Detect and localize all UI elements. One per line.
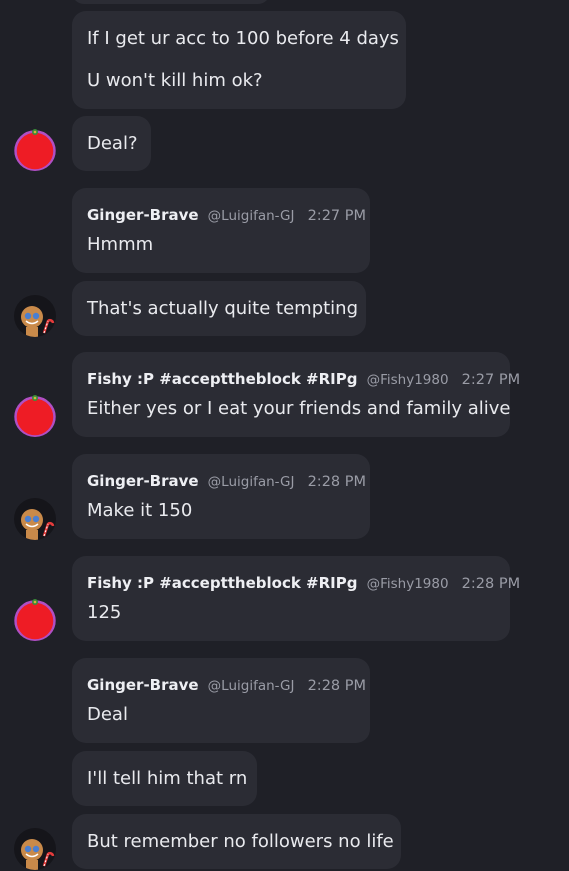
author-name[interactable]: Ginger-Brave [87,206,199,224]
author-handle[interactable]: @Luigifan-GJ [208,474,295,490]
message-text: I'll tell him that rn [87,768,248,789]
author-handle[interactable]: @Luigifan-GJ [208,678,295,694]
message-bubble[interactable]: That's actually quite tempting [72,281,366,336]
message-bubble[interactable]: If I get ur acc to 100 before 4 days U w… [72,11,406,109]
message-bubble[interactable]: Fishy :P #accepttheblock #RIPg @Fishy198… [72,352,520,437]
author-name[interactable]: Ginger-Brave [87,472,199,490]
message-text: Make it 150 [87,500,193,521]
message-text: Hmmm [87,234,154,255]
fishy-avatar[interactable] [14,599,56,641]
message-bubble[interactable]: Ginger-Brave @Luigifan-GJ 2:28 PM Make i… [72,454,370,539]
ornament-icon [14,129,56,171]
timestamp: 2:28 PM [461,576,521,592]
message-text: Deal [87,704,128,725]
message-bubble[interactable]: But remember no followers no life [72,814,401,869]
author-name[interactable]: Ginger-Brave [87,676,199,694]
message-header: Fishy :P #accepttheblock #RIPg @Fishy198… [87,573,520,593]
gingerbread-avatar[interactable] [14,828,56,870]
message-bubble[interactable]: Fishy :P #accepttheblock #RIPg @Fishy198… [72,556,520,641]
message-header: Fishy :P #accepttheblock #RIPg @Fishy198… [87,369,520,389]
timestamp: 2:27 PM [307,208,367,224]
message-text: That's actually quite tempting [87,298,359,319]
gingerbread-icon [21,306,55,337]
gingerbread-avatar[interactable] [14,498,56,540]
ornament-icon [14,395,56,437]
message-text: Deal? [87,133,138,154]
message-bubble[interactable]: Ginger-Brave @Luigifan-GJ 2:28 PM Deal [72,658,370,743]
author-handle[interactable]: @Fishy1980 [367,372,449,388]
author-name[interactable]: Fishy :P #accepttheblock #RIPg [87,574,358,592]
author-handle[interactable]: @Luigifan-GJ [208,208,295,224]
message-bubble[interactable]: I'll tell him that rn [72,751,257,806]
message-header: Ginger-Brave @Luigifan-GJ 2:28 PM [87,471,366,491]
timestamp: 2:27 PM [461,372,521,388]
message-bubble[interactable]: Deal? [72,116,151,171]
gingerbread-icon [21,509,55,540]
message-text: But remember no followers no life [87,831,394,852]
ornament-icon [14,599,56,641]
fishy-avatar[interactable] [14,395,56,437]
author-name[interactable]: Fishy :P #accepttheblock #RIPg [87,370,358,388]
message-header: Ginger-Brave @Luigifan-GJ 2:28 PM [87,675,366,695]
message-text: If I get ur acc to 100 before 4 days [87,28,399,49]
gingerbread-icon [21,839,55,870]
timestamp: 2:28 PM [307,678,367,694]
message-text: Either yes or I eat your friends and fam… [87,398,511,419]
author-handle[interactable]: @Fishy1980 [367,576,449,592]
fishy-avatar[interactable] [14,129,56,171]
message-text: 125 [87,602,122,623]
message-header: Ginger-Brave @Luigifan-GJ 2:27 PM [87,205,366,225]
gingerbread-avatar[interactable] [14,295,56,337]
message-bubble-clipped[interactable] [72,0,270,4]
message-text: U won't kill him ok? [87,70,263,91]
timestamp: 2:28 PM [307,474,367,490]
message-bubble[interactable]: Ginger-Brave @Luigifan-GJ 2:27 PM Hmmm [72,188,370,273]
